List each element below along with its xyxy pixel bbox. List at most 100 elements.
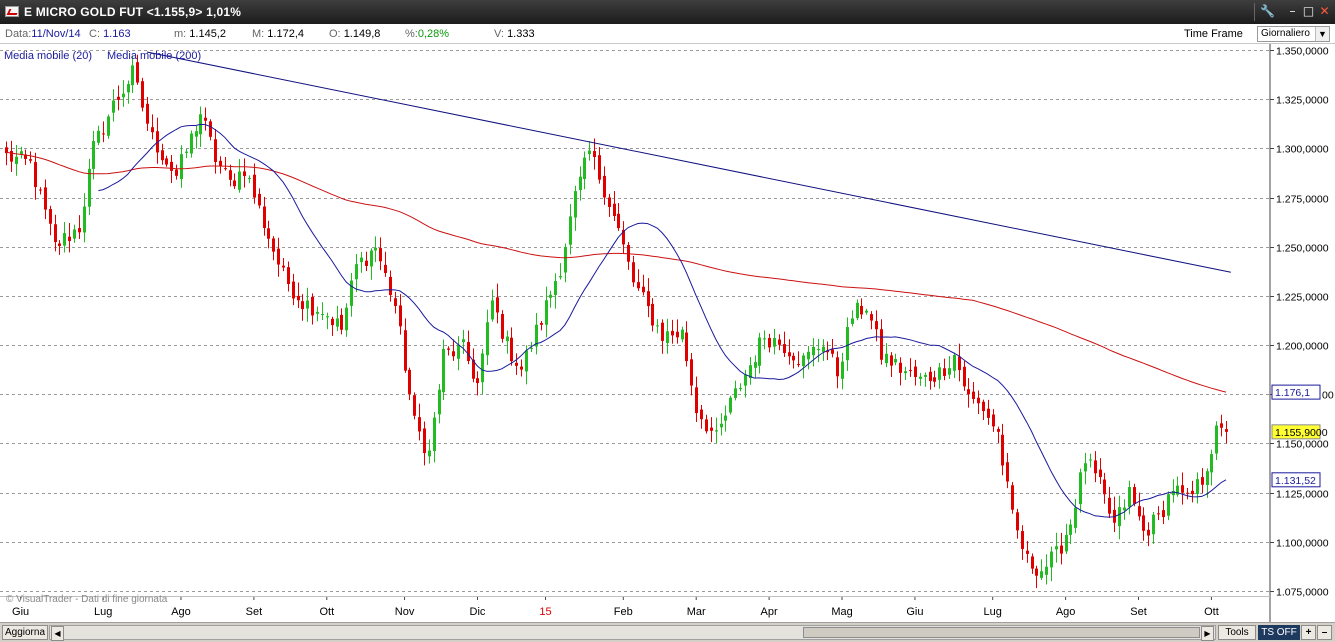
candle-body — [1133, 487, 1136, 504]
candle-body — [831, 349, 834, 354]
horizontal-scrollbar[interactable]: ◀ ▶ — [49, 625, 1216, 641]
candle-body — [384, 264, 387, 274]
candle-body — [763, 338, 766, 340]
y-tick-label: 1.100,0000 — [1276, 538, 1329, 550]
candle-body — [238, 171, 241, 190]
candle-body — [68, 236, 71, 241]
candle-body — [457, 344, 460, 359]
candle-body — [914, 366, 917, 378]
candle-body — [710, 427, 713, 431]
refresh-button[interactable]: Aggiorna — [2, 625, 48, 640]
candle-body — [496, 297, 499, 313]
candle-body — [476, 378, 479, 384]
candle-body — [958, 356, 961, 371]
candle-body — [938, 367, 941, 380]
candle-body — [467, 342, 470, 361]
candle-body — [331, 318, 334, 326]
candle-body — [131, 65, 134, 86]
candle-body — [340, 314, 343, 330]
candle-body — [724, 415, 727, 421]
candle-body — [758, 337, 761, 366]
candlestick-chart[interactable]: 1.350,0000 1.325,0000 1.300,0000 1.275,0000… — [0, 44, 1335, 622]
ma200-price-tag: 1.176,1 — [1275, 387, 1310, 399]
candle-body — [851, 318, 854, 324]
low-label: m: — [174, 28, 187, 40]
candle-body — [870, 314, 873, 321]
candle-body — [486, 322, 489, 356]
dropdown-arrow-icon[interactable]: ▼ — [1315, 27, 1329, 41]
candle-body — [967, 389, 970, 395]
close-button[interactable]: ✕ — [1317, 4, 1332, 19]
tools-button[interactable]: Tools — [1218, 625, 1256, 640]
candle-body — [695, 387, 698, 414]
scroll-thumb[interactable] — [803, 627, 1200, 638]
candle-body — [1147, 529, 1150, 536]
close-field: C: 1.163 — [89, 28, 131, 40]
candle-body — [1167, 494, 1170, 516]
candle-body — [909, 370, 912, 372]
candle-body — [399, 305, 402, 327]
x-tick-label: Ago — [171, 606, 191, 618]
low-value: 1.145,2 — [189, 28, 226, 40]
candle-body — [890, 355, 893, 366]
timeframe-select[interactable]: Giornaliero ▼ — [1257, 26, 1330, 42]
candle-body — [924, 374, 927, 377]
candle-body — [846, 327, 849, 361]
price-chart-area[interactable]: 1.350,0000 1.325,0000 1.300,0000 1.275,0000… — [0, 44, 1335, 622]
timeframe-value: Giornaliero — [1261, 28, 1310, 39]
candle-body — [1142, 515, 1145, 531]
candle-body — [1001, 434, 1004, 466]
maximize-button[interactable]: □ — [1301, 4, 1316, 19]
x-tick-label: Mar — [687, 606, 706, 618]
candle-body — [739, 387, 742, 389]
candle-body — [1089, 459, 1092, 461]
candle-body — [1201, 477, 1204, 485]
candle-body — [185, 151, 188, 153]
candle-body — [525, 350, 528, 372]
date-value: 11/Nov/14 — [31, 28, 81, 40]
candle-body — [452, 351, 455, 357]
zoom-out-button[interactable]: – — [1317, 625, 1332, 640]
candle-body — [977, 397, 980, 404]
candle-body — [569, 216, 572, 245]
high-value: 1.172,4 — [267, 28, 304, 40]
candle-body — [1084, 463, 1087, 472]
candle-body — [107, 116, 110, 136]
candle-body — [530, 347, 533, 349]
candle-body — [1206, 471, 1209, 486]
candle-body — [681, 329, 684, 340]
candle-body — [598, 155, 601, 180]
candle-body — [1079, 472, 1082, 505]
y-tick-label: 1.275,0000 — [1276, 194, 1329, 206]
candle-body — [894, 358, 897, 363]
ma20-legend[interactable]: Media mobile (20) — [4, 50, 92, 62]
candle-body — [1225, 429, 1228, 432]
candle-body — [690, 359, 693, 386]
candle-body — [224, 168, 227, 170]
candle-body — [943, 368, 946, 376]
candle-body — [885, 353, 888, 364]
x-tick-label: Ott — [319, 606, 334, 618]
candle-body — [1157, 513, 1160, 515]
candle-body — [856, 302, 859, 319]
scroll-right-icon[interactable]: ▶ — [1201, 626, 1214, 641]
tools-wrench-icon[interactable]: 🔧 — [1260, 4, 1275, 19]
candle-body — [272, 238, 275, 252]
ts-off-button[interactable]: TS OFF — [1258, 625, 1300, 640]
candle-body — [685, 332, 688, 362]
candle-body — [549, 294, 552, 298]
y-tick-label: 00 — [1322, 390, 1334, 402]
ma200-legend[interactable]: Media mobile (200) — [107, 50, 201, 62]
candle-body — [54, 224, 57, 243]
minimize-button[interactable]: – — [1285, 4, 1300, 19]
high-field: M: 1.172,4 — [252, 28, 304, 40]
close-value: 1.163 — [103, 28, 131, 40]
candle-body — [73, 229, 76, 239]
zoom-in-button[interactable]: + — [1301, 625, 1316, 640]
candle-body — [1196, 479, 1199, 494]
scroll-left-icon[interactable]: ◀ — [51, 626, 64, 641]
candle-body — [583, 157, 586, 180]
candle-body — [1220, 423, 1223, 428]
percent-label: %: — [405, 28, 418, 40]
candle-body — [151, 127, 154, 133]
